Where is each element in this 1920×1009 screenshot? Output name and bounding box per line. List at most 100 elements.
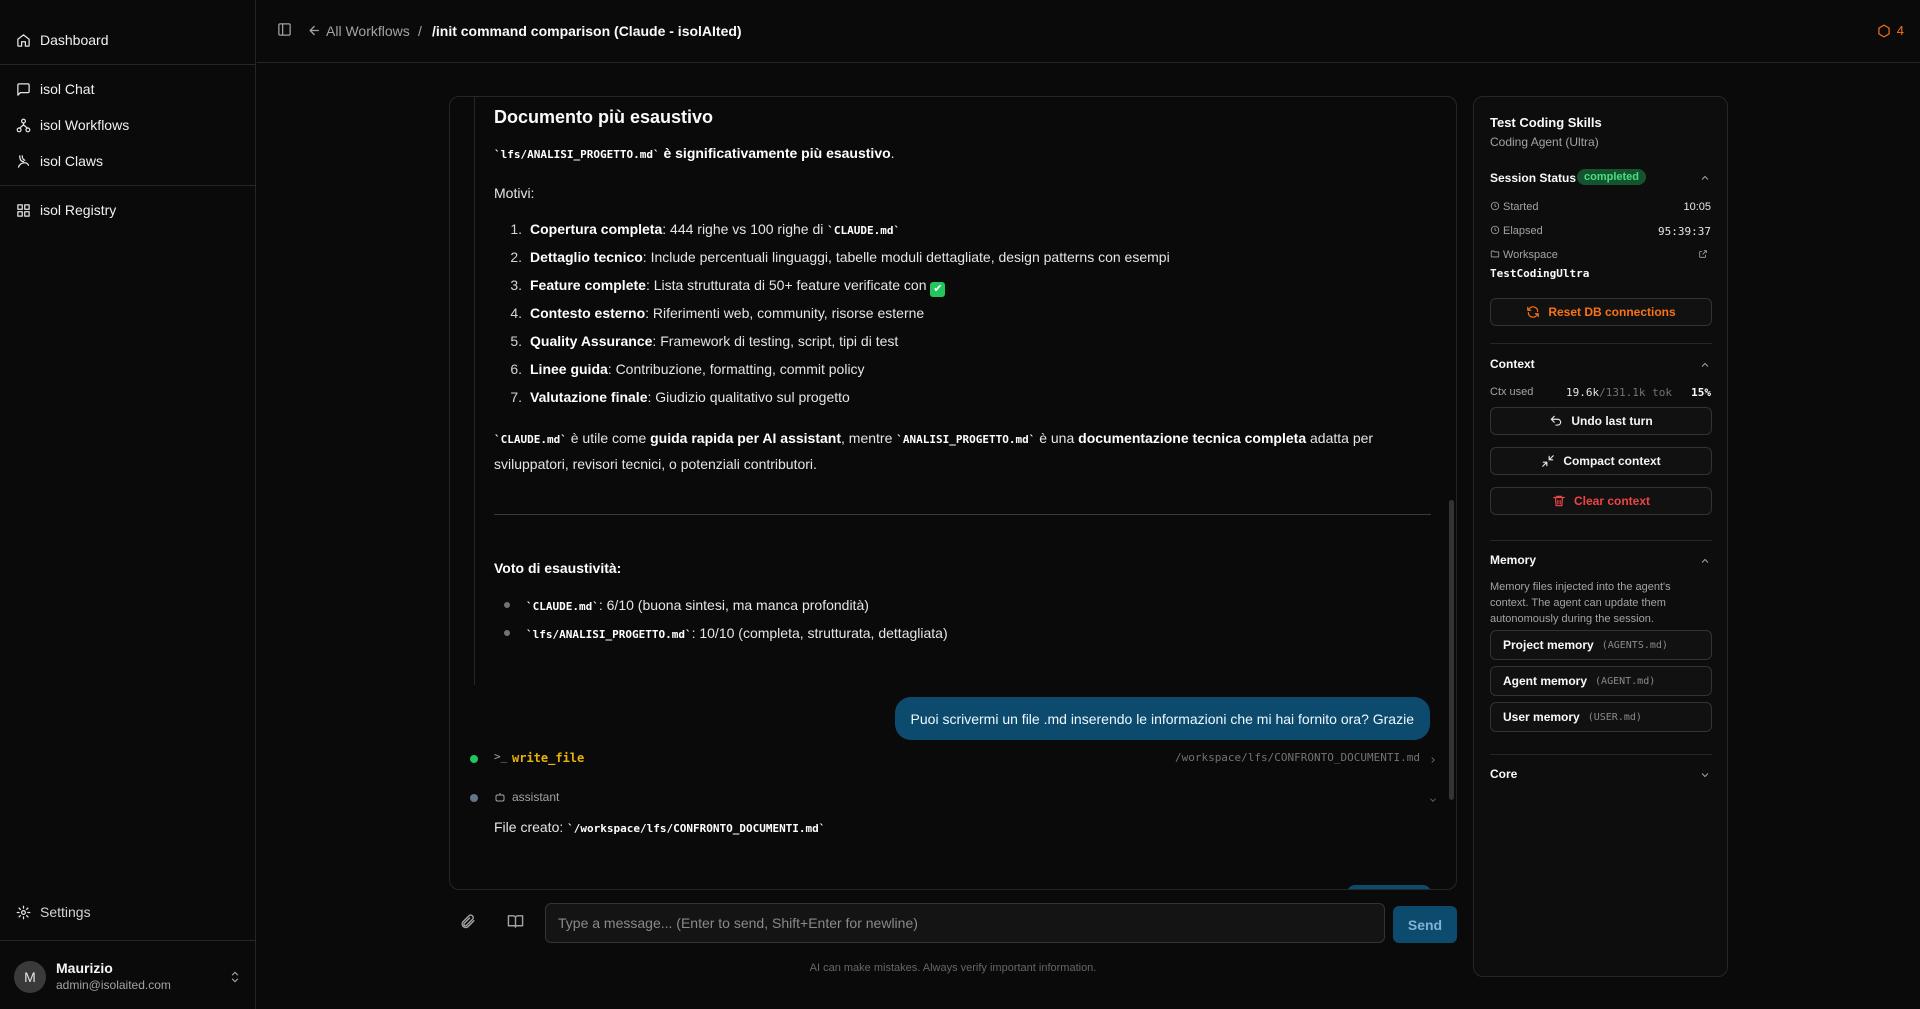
text: sviluppatori, revisori tecnici, o potenz… (494, 456, 817, 472)
inline-code: `lfs/ANALISI_PROGETTO.md` (526, 628, 692, 641)
memory-label: Project memory (1503, 638, 1594, 652)
clock-icon (1490, 225, 1500, 235)
status-badge: completed (1577, 169, 1647, 185)
list-item: `CLAUDE.md`: 6/10 (buona sintesi, ma man… (494, 597, 869, 613)
list-item: 3. Feature complete: Lista strutturata di… (494, 277, 946, 297)
chevron-up-icon[interactable] (1699, 554, 1711, 570)
alert-count: 4 (1896, 23, 1904, 38)
panel-title: Test Coding Skills (1490, 115, 1602, 130)
started-value: 10:05 (1683, 201, 1711, 213)
list-item: 4. Contesto esterno: Riferimenti web, com… (494, 305, 924, 321)
header: All Workflows / /init command comparison… (257, 0, 1920, 63)
divider (1490, 343, 1712, 344)
memory-label: Agent memory (1503, 674, 1588, 688)
list-item: 6. Linee guida: Contribuzione, formatting… (494, 361, 865, 377)
bold-text: guida rapida per AI assistant (650, 430, 841, 446)
project-memory-button[interactable]: Project memory (AGENTS.md) (1490, 630, 1712, 660)
workspace-row: Workspace (1490, 249, 1711, 265)
book-icon[interactable] (507, 913, 524, 933)
disclaimer: AI can make mistakes. Always verify impo… (809, 962, 1097, 974)
text: , mentre (841, 430, 897, 446)
user-memory-button[interactable]: User memory (USER.md) (1490, 702, 1712, 732)
sidebar-item-workflows[interactable]: isol Workflows (16, 114, 129, 136)
user-name: Maurizio (56, 960, 113, 976)
list-number: 2. (510, 249, 522, 265)
ctx-used-amount: 19.6k (1566, 386, 1600, 399)
divider (0, 940, 256, 941)
undo-label: Undo last turn (1571, 414, 1653, 428)
chevron-down-icon[interactable] (1699, 768, 1711, 784)
panel-subtitle: Coding Agent (Ultra) (1490, 135, 1599, 149)
paperclip-icon[interactable] (459, 913, 476, 933)
tool-path: /workspace/lfs/CONFRONTO_DOCUMENTI.md (1174, 751, 1420, 764)
list-number: 3. (510, 277, 522, 293)
folder-icon (1490, 250, 1500, 258)
horizontal-rule (494, 514, 1431, 515)
list-number: 6. (510, 361, 522, 377)
list-item-title: Valutazione finale (530, 389, 648, 405)
bot-icon (494, 790, 506, 806)
list-item-title: Copertura completa (530, 221, 663, 237)
section-title-core[interactable]: Core (1490, 767, 1517, 781)
user-email: admin@isolaited.com (56, 978, 171, 992)
started-label: Started (1503, 201, 1539, 213)
chevron-right-icon[interactable] (1428, 752, 1438, 768)
ctx-percentage: 15% (1691, 386, 1711, 399)
clear-context-button[interactable]: Clear context (1490, 487, 1712, 515)
sidebar-item-chat[interactable]: isol Chat (16, 78, 94, 100)
inline-code: `ANALISI_PROGETTO.md` (896, 433, 1036, 446)
sidebar-toggle-icon[interactable] (277, 22, 292, 40)
external-link-icon[interactable] (1698, 249, 1711, 261)
arrow-left-icon[interactable] (307, 23, 322, 41)
bullet (504, 630, 510, 637)
scroll-to-bottom-button[interactable] (1347, 885, 1431, 889)
gear-icon (16, 905, 31, 919)
assistant-label: assistant (512, 790, 560, 804)
list-item: 5. Quality Assurance: Framework di testin… (494, 333, 898, 349)
workspace-name: TestCodingUltra (1490, 267, 1590, 280)
elapsed-row: Elapsed 95:39:37 (1490, 225, 1711, 241)
tool-call-row[interactable]: >_ write_file /workspace/lfs/CONFRONTO_D… (470, 750, 1446, 768)
status-dot (470, 755, 478, 763)
list-number: 4. (510, 305, 522, 321)
chevron-down-icon[interactable] (1428, 792, 1438, 808)
sidebar-item-label: isol Claws (40, 153, 104, 169)
chevron-up-icon[interactable] (1699, 171, 1711, 187)
list-item-text: : 6/10 (buona sintesi, ma manca profondi… (598, 597, 869, 613)
chevron-up-icon[interactable] (1699, 358, 1711, 374)
compact-context-button[interactable]: Compact context (1490, 447, 1712, 475)
send-button[interactable]: Send (1393, 906, 1457, 943)
bold-text: è significativamente più esaustivo (659, 145, 891, 161)
chevrons-up-down-icon[interactable] (228, 970, 242, 987)
user-menu[interactable]: M Maurizio admin@isolaited.com (14, 958, 242, 996)
sidebar-item-dashboard[interactable]: Dashboard (16, 29, 109, 51)
list-item: 1. Copertura completa: 444 righe vs 100 r… (494, 221, 900, 237)
ctx-used-value: 19.6k/131.1k tok (1566, 386, 1672, 399)
sidebar-item-label: Dashboard (40, 32, 109, 48)
workspace-label: Workspace (1503, 249, 1558, 261)
tool-name: write_file (512, 751, 585, 765)
text: è una (1035, 430, 1079, 446)
undo-last-turn-button[interactable]: Undo last turn (1490, 407, 1712, 435)
sidebar-item-label: isol Registry (40, 202, 117, 218)
alert-badge[interactable]: 4 (1877, 23, 1904, 38)
sidebar-item-settings[interactable]: Settings (16, 901, 91, 923)
agent-memory-button[interactable]: Agent memory (AGENT.md) (1490, 666, 1712, 696)
refresh-icon (1527, 306, 1540, 318)
scrollbar[interactable] (1449, 500, 1454, 800)
sidebar-item-claws[interactable]: isol Claws (16, 150, 103, 172)
undo-icon (1551, 415, 1562, 426)
message-input[interactable] (545, 903, 1385, 943)
assistant-message-header[interactable]: assistant (470, 789, 1446, 807)
memory-file: (AGENT.md) (1595, 675, 1656, 687)
sidebar-item-label: isol Workflows (40, 117, 130, 133)
list-item-text: : Giudizio qualitativo sul progetto (647, 389, 850, 405)
message-heading: Documento più esaustivo (494, 107, 714, 127)
breadcrumb-all-workflows[interactable]: All Workflows (326, 23, 410, 39)
avatar: M (14, 961, 46, 993)
reset-db-button[interactable]: Reset DB connections (1490, 298, 1712, 326)
text: adatta per (1306, 430, 1374, 446)
sidebar-item-registry[interactable]: isol Registry (16, 199, 116, 221)
list-item: 7. Valutazione finale: Giudizio qualitati… (494, 389, 850, 405)
list-item-text: : Contribuzione, formatting, commit poli… (607, 361, 865, 377)
